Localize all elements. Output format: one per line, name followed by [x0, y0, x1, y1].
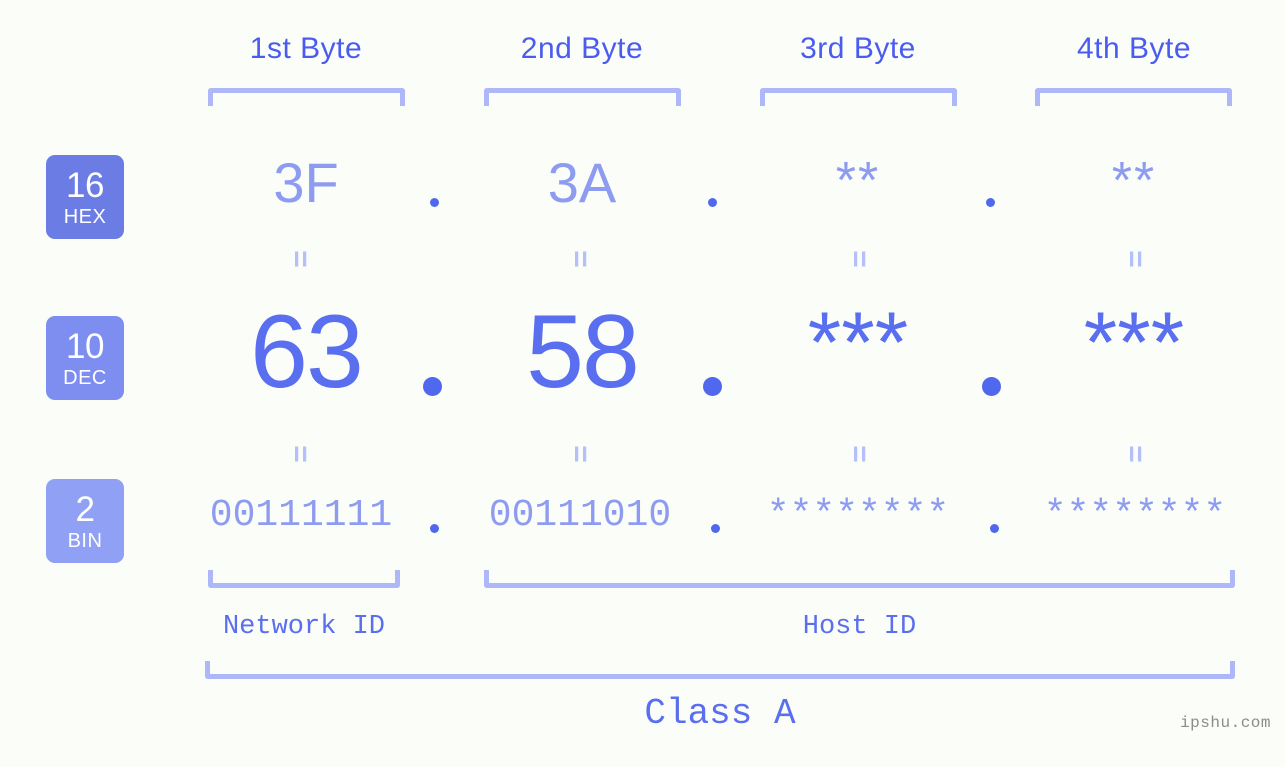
bin-byte-1-value: 00111111 [209, 494, 393, 537]
hex-byte-1-value: 3F [273, 151, 339, 214]
dec-byte-1-value: 63 [250, 294, 364, 410]
equals-mark-hex-dec-2: = [564, 250, 597, 270]
bin-byte-3-value: ******** [766, 494, 950, 537]
hex-byte-4-value: ** [1111, 152, 1157, 210]
dec-byte-4-value: *** [1083, 295, 1185, 391]
base-badge-bin-number: 2 [75, 489, 95, 529]
equals-mark-dec-bin-4: = [1119, 445, 1152, 465]
host-id-bracket [484, 570, 1235, 588]
equals-mark-dec-bin-3: = [843, 445, 876, 465]
site-watermark: ipshu.com [1180, 714, 1271, 732]
bin-separator-dot-2 [711, 524, 720, 533]
equals-mark-hex-dec-3: = [843, 250, 876, 270]
dec-separator-dot-2 [703, 377, 722, 396]
base-badge-hex: 16 HEX [46, 155, 124, 239]
equals-mark-hex-dec-4: = [1119, 250, 1152, 270]
bin-byte-4-value: ******** [1043, 494, 1227, 537]
host-id-label: Host ID [802, 612, 917, 642]
class-label: Class A [644, 693, 796, 734]
byte-bracket-4 [1035, 88, 1232, 106]
dec-separator-dot-1 [423, 377, 442, 396]
byte-bracket-2 [484, 88, 681, 106]
byte-header-1: 1st Byte [249, 32, 363, 65]
base-badge-bin-label: BIN [67, 529, 103, 552]
equals-mark-dec-bin-2: = [564, 445, 597, 465]
hex-byte-2-value: 3A [547, 151, 617, 214]
base-badge-dec-number: 10 [66, 326, 104, 366]
base-badge-dec-label: DEC [63, 366, 107, 389]
base-badge-hex-label: HEX [63, 205, 107, 228]
byte-header-2: 2nd Byte [520, 32, 644, 65]
base-badge-dec: 10 DEC [46, 316, 124, 400]
bin-byte-2-value: 00111010 [488, 494, 672, 537]
byte-bracket-1 [208, 88, 405, 106]
dec-byte-2-value: 58 [526, 294, 640, 410]
network-id-label: Network ID [222, 612, 386, 642]
class-bracket [205, 661, 1235, 679]
byte-header-4: 4th Byte [1076, 32, 1192, 65]
hex-byte-3-value: ** [835, 152, 881, 210]
hex-separator-dot-1 [430, 198, 439, 207]
ip-address-breakdown-diagram: 1st Byte 2nd Byte 3rd Byte 4th Byte 16 H… [0, 0, 1285, 767]
bin-separator-dot-1 [430, 524, 439, 533]
equals-mark-dec-bin-1: = [284, 445, 317, 465]
byte-header-3: 3rd Byte [800, 32, 916, 65]
base-badge-hex-number: 16 [66, 165, 104, 205]
dec-byte-3-value: *** [807, 295, 909, 391]
base-badge-bin: 2 BIN [46, 479, 124, 563]
equals-mark-hex-dec-1: = [284, 250, 317, 270]
hex-separator-dot-3 [986, 198, 995, 207]
hex-separator-dot-2 [708, 198, 717, 207]
network-id-bracket [208, 570, 400, 588]
bin-separator-dot-3 [990, 524, 999, 533]
dec-separator-dot-3 [982, 377, 1001, 396]
byte-bracket-3 [760, 88, 957, 106]
